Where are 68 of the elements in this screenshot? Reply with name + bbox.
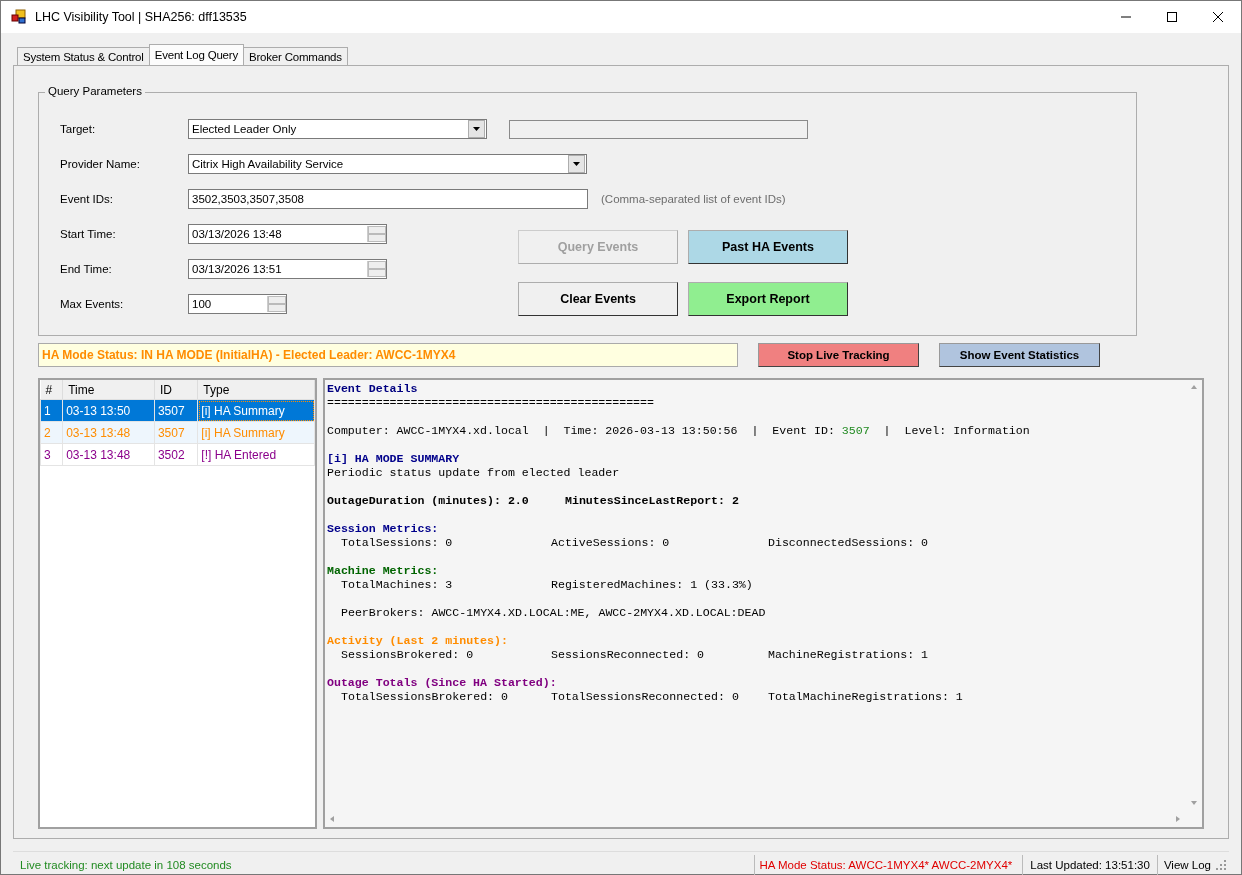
detail-text: =============================================== [327,396,655,410]
scroll-arrow-icon[interactable] [1189,383,1198,391]
table-cell[interactable]: 03-13 13:48 [62,443,155,466]
column-header[interactable]: # [40,380,63,400]
hint-text: (Comma-separated list of event IDs) [601,193,786,205]
tab[interactable]: Event Log Query [148,44,244,65]
detail-text: TotalSessionsReconnected: 0 [551,690,740,704]
detail-text: TotalMachines: 3 [341,578,454,592]
detail-text: RegisteredMachines: 1 (33.3%) [551,578,754,592]
spin-field[interactable]: 03/13/2026 13:48 [188,224,387,244]
detail-text: ActiveSessions: 0 [551,536,671,550]
section-heading: Activity (Last 2 minutes): [327,634,509,648]
table-cell[interactable]: 3 [40,443,63,466]
app-icon [11,9,27,25]
resize-grip-icon[interactable] [1215,859,1227,871]
maximize-icon [1166,11,1178,23]
spin-field[interactable]: 03/13/2026 13:51 [188,259,387,279]
field-label: Event IDs: [60,193,115,205]
field-label: Target: [60,123,97,135]
scroll-arrow-icon[interactable] [328,814,336,823]
table-cell[interactable]: [!] HA Entered [197,443,315,466]
action-button[interactable]: Show Event Statistics [939,343,1100,367]
action-button[interactable]: Stop Live Tracking [758,343,919,367]
column-header[interactable]: Type [197,380,315,400]
view-log-link[interactable]: View Log [1157,859,1215,871]
section-heading: Outage Totals (Since HA Started): [327,676,558,690]
action-button[interactable]: Past HA Events [688,230,848,264]
field-label: End Time: [60,263,113,275]
field-label: Max Events: [60,298,125,310]
detail-text: MachineRegistrations: 1 [768,648,929,662]
column-header[interactable]: ID [154,380,198,400]
status-text: Live tracking: next update in 108 seconds [19,859,233,871]
section-heading: Event Details [327,382,419,396]
detail-text: DisconnectedSessions: 0 [768,536,929,550]
window-title: LHC Visibility Tool | SHA256: dff13535 [35,10,248,24]
ha-status-bar: HA Mode Status: IN HA MODE (InitialHA) - Elected Leader: AWCC-1MYX4 [38,343,738,367]
column-header[interactable]: Time [62,380,155,400]
detail-text: SessionsBrokered: 0 [341,648,475,662]
detail-text: TotalSessions: 0 [341,536,454,550]
detail-text: Periodic status update from elected leader [327,466,621,480]
action-button[interactable]: Export Report [688,281,848,316]
close-icon [1212,11,1224,23]
detail-text: OutageDuration (minutes): 2.0 [327,494,530,508]
field-label: Start Time: [60,228,117,240]
action-button[interactable]: Clear Events [518,281,678,316]
input-field[interactable]: 3502,3503,3507,3508 [188,189,588,209]
caret-icon [473,127,480,131]
tab[interactable]: System Status & Control [17,47,150,65]
table-cell[interactable]: 1 [40,399,63,422]
detail-text: PeerBrokers: AWCC-1MYX4.XD.LOCAL:ME, AWCC-2MYX4.XD.LOCAL:DEAD [341,606,766,620]
section-heading: [i] HA MODE SUMMARY [327,452,461,466]
section-heading: Session Metrics: [327,522,440,536]
tab[interactable]: Broker Commands [243,47,348,65]
caret-icon [573,162,580,166]
status-text: HA Mode Status: AWCC-1MYX4* AWCC-2MYX4* [754,855,1024,875]
dropdown[interactable]: Citrix High Availability Service [188,154,587,174]
dropdown[interactable]: Elected Leader Only [188,119,487,139]
status-text: Last Updated: 13:51:30 [1023,855,1158,875]
table-cell[interactable]: 3502 [154,443,198,466]
field-label: Provider Name: [60,158,141,170]
group-title: Query Parameters [45,85,145,97]
detail-text: TotalMachineRegistrations: 1 [768,690,963,704]
detail-text: TotalSessionsBrokered: 0 [341,690,509,704]
detail-text: SessionsReconnected: 0 [551,648,706,662]
detail-text: Computer: AWCC-1MYX4.xd.local | Time: 2026-03-13 13:50:56 | Event ID: 3507 | Level: Information [327,424,1031,438]
detail-text: MinutesSinceLastReport: 2 [565,494,740,508]
spin-field[interactable]: 100 [188,294,287,314]
section-heading: Machine Metrics: [327,564,440,578]
